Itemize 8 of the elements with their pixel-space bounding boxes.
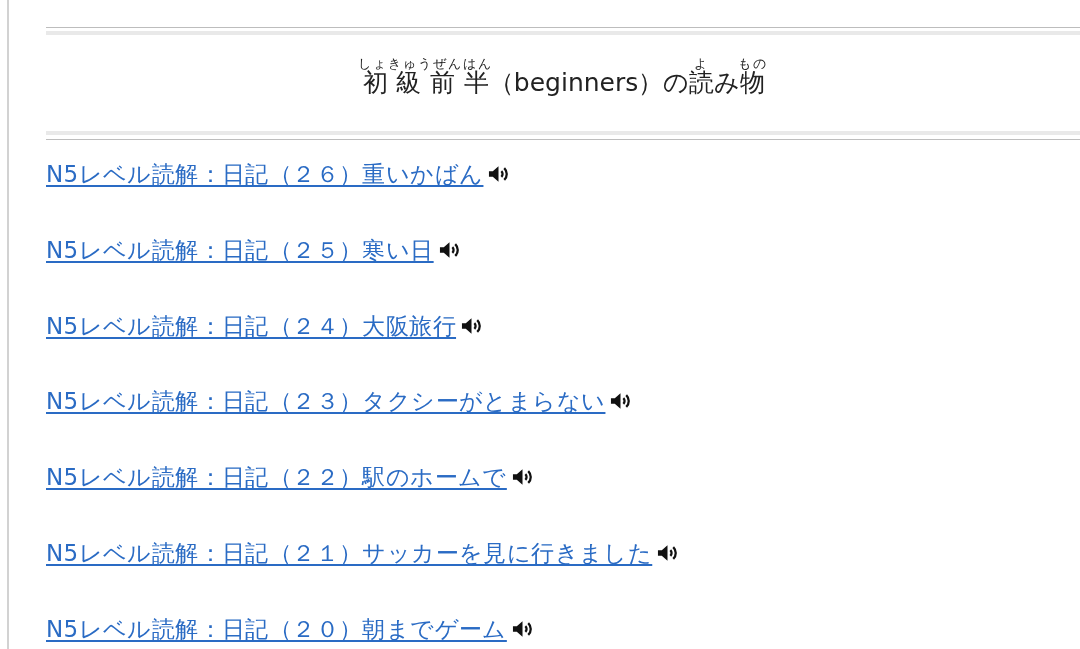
article-link[interactable]: N5レベル読解：日記（２１）サッカーを見に行きました [46, 538, 653, 568]
article-link[interactable]: N5レベル読解：日記（２６）重いかばん [46, 159, 484, 189]
article-link[interactable]: N5レベル読解：日記（２０）朝までゲーム [46, 613, 507, 644]
page-title: 初級前半 しょきゅうぜんはん （beginners）の読 よ み物 もの [358, 57, 768, 98]
article-link[interactable]: N5レベル読解：日記（２４）大阪旅行 [46, 310, 457, 341]
article-link[interactable]: N5レベル読解：日記（２３）タクシーがとまらない [46, 386, 606, 417]
article-link[interactable]: N5レベル読解：日記（２５）寒い日 [46, 234, 434, 265]
article-link[interactable]: N5レベル読解：日記（２２）駅のホームで [46, 462, 507, 493]
